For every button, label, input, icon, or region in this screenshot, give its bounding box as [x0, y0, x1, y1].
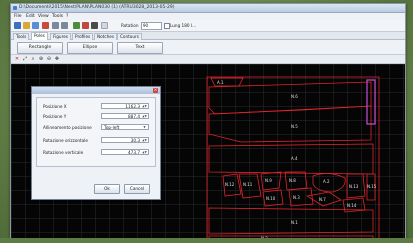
- piece-n5[interactable]: [208, 105, 372, 143]
- zoom-window-icon[interactable]: ⌕: [30, 56, 36, 62]
- alignment-select[interactable]: Top-left ▼: [101, 124, 149, 130]
- horizontal-rotation-label: Rotazione orizzontale: [43, 138, 88, 143]
- spinner-icon[interactable]: ▲▼: [142, 138, 147, 143]
- close-icon[interactable]: ×: [153, 88, 158, 93]
- menu-tools[interactable]: Tools: [52, 14, 63, 19]
- shape-toolbar: Rectangle Ellipse Text: [11, 40, 405, 55]
- position-x-value: 1162.3: [125, 104, 140, 109]
- vertical-rotation-label: Rotazione verticale: [43, 150, 84, 155]
- label-n1: N.1: [291, 220, 298, 225]
- label-n10: N.10: [266, 196, 276, 201]
- tab-contours[interactable]: Contours: [117, 33, 142, 40]
- app-window: D:\Documenti\2015\Nest\PLAN\PLAN030 (1) …: [10, 3, 406, 243]
- label-n6: N.6: [291, 94, 298, 99]
- label-n3: N.3: [293, 195, 300, 200]
- menu-edit[interactable]: Edit: [26, 14, 35, 19]
- position-y-field[interactable]: 887.4 ▲▼: [101, 113, 149, 119]
- label-n9: N.9: [265, 178, 272, 183]
- title-bar: D:\Documenti\2015\Nest\PLAN\PLAN030 (1) …: [11, 4, 405, 13]
- menu-file[interactable]: File: [14, 14, 22, 19]
- label-n5: N.5: [291, 124, 298, 129]
- horizontal-rotation-field[interactable]: 30.3 ▲▼: [101, 137, 149, 143]
- horizontal-rotation-value: 30.3: [130, 138, 140, 143]
- tab-strip: Tools Poles Figures Profiles Notches Con…: [11, 32, 405, 40]
- label-n13: N.13: [349, 184, 359, 189]
- spinner-icon[interactable]: ▲▼: [142, 114, 147, 119]
- tab-poles[interactable]: Poles: [31, 32, 48, 40]
- flip-icon[interactable]: [101, 22, 108, 29]
- close-view-icon[interactable]: ✕: [14, 56, 20, 62]
- zoom-in-icon[interactable]: ⊕: [38, 56, 44, 62]
- tab-profiles[interactable]: Profiles: [72, 33, 94, 40]
- chevron-down-icon[interactable]: ▼: [142, 125, 147, 130]
- spinner-icon[interactable]: ▲▼: [142, 150, 147, 155]
- menu-view[interactable]: View: [38, 14, 49, 19]
- app-icon: [13, 6, 17, 10]
- zoom-out-icon[interactable]: ⊖: [46, 56, 52, 62]
- view-toolbar: ✕ ⤢ ⌕ ⊕ ⊖ ✥: [11, 55, 405, 64]
- rotation-input[interactable]: 90: [141, 22, 162, 30]
- tab-tools[interactable]: Tools: [13, 33, 30, 40]
- save-icon[interactable]: [32, 22, 39, 29]
- menu-bar: File Edit View Tools ?: [11, 13, 405, 20]
- position-x-label: Posizione X: [43, 104, 67, 109]
- label-n4: A.4: [291, 156, 298, 161]
- pan-icon[interactable]: ✥: [54, 56, 60, 62]
- symmetry-label: Lung 180 I...: [170, 23, 197, 28]
- tab-figures[interactable]: Figures: [50, 33, 71, 40]
- label-n15: N.15: [367, 184, 377, 189]
- ok-button[interactable]: Ok: [94, 184, 120, 194]
- rectangle-button[interactable]: Rectangle: [17, 42, 63, 54]
- position-x-field[interactable]: 1162.3 ▲▼: [101, 103, 149, 109]
- delete-icon[interactable]: [42, 22, 49, 29]
- text-button[interactable]: Text: [117, 42, 163, 54]
- position-dialog: × Posizione X 1162.3 ▲▼ Posizione Y 887.…: [31, 86, 161, 200]
- label-n11: N.11: [243, 182, 253, 187]
- vertical-rotation-value: 473.7: [128, 150, 140, 155]
- undo-icon[interactable]: [52, 22, 59, 29]
- mirror-icon[interactable]: [91, 22, 98, 29]
- open-folder-icon[interactable]: [23, 22, 30, 29]
- position-y-value: 887.4: [128, 114, 140, 119]
- piece-a1[interactable]: [210, 77, 244, 87]
- dialog-fields-group: Posizione X 1162.3 ▲▼ Posizione Y 887.4 …: [36, 97, 156, 167]
- piece-n6[interactable]: [208, 81, 372, 115]
- spinner-icon[interactable]: ▲▼: [142, 104, 147, 109]
- label-n12: N.12: [225, 182, 235, 187]
- label-a2: A.2: [323, 179, 330, 184]
- label-n8: N.8: [289, 178, 296, 183]
- cancel-button[interactable]: Cancel: [124, 184, 150, 194]
- tab-notches[interactable]: Notches: [94, 33, 118, 40]
- menu-help[interactable]: ?: [66, 14, 68, 19]
- window-title: D:\Documenti\2015\Nest\PLAN\PLAN030 (1) …: [19, 5, 175, 10]
- new-file-icon[interactable]: [14, 22, 21, 29]
- desktop-bottom-edge: [0, 238, 413, 243]
- label-n14: N.14: [347, 203, 357, 208]
- position-y-label: Posizione Y: [43, 114, 67, 119]
- dialog-title-bar: ×: [32, 87, 160, 94]
- alignment-value: Top-left: [104, 125, 120, 130]
- move-icon[interactable]: [73, 22, 80, 29]
- label-n7: N.7: [319, 197, 326, 202]
- toolbar: Rotation 90 Lung 180 I...: [11, 20, 405, 32]
- rotate-icon[interactable]: [82, 22, 89, 29]
- vertical-rotation-field[interactable]: 473.7 ▲▼: [101, 149, 149, 155]
- ellipse-button[interactable]: Ellipse: [67, 42, 113, 54]
- redo-icon[interactable]: [61, 22, 68, 29]
- alignment-label: Allineamento posizione: [43, 125, 92, 130]
- rotation-label: Rotation: [121, 23, 139, 28]
- label-a1: A.1: [217, 80, 224, 85]
- fit-view-icon[interactable]: ⤢: [22, 56, 28, 62]
